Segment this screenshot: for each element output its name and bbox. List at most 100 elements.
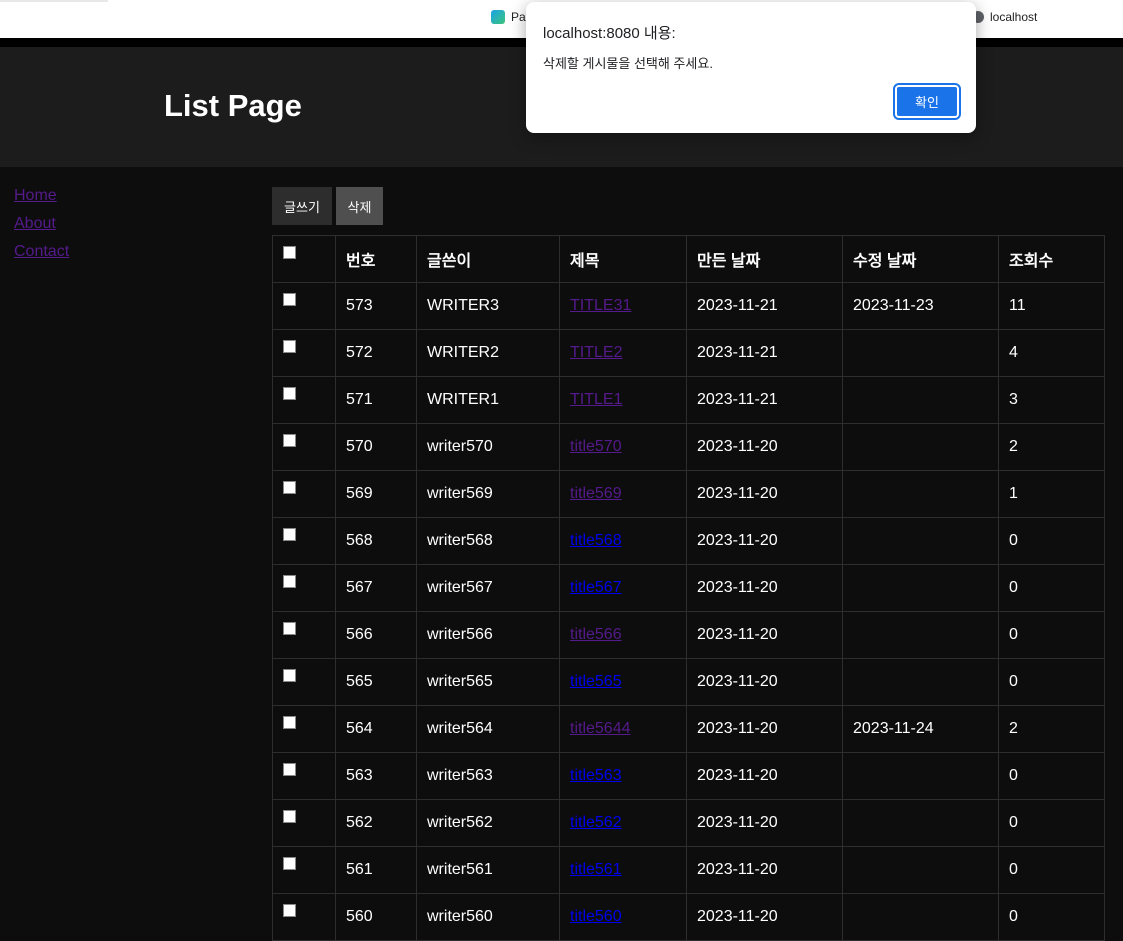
- row-checkbox[interactable]: [283, 387, 296, 400]
- cell-writer: writer562: [416, 799, 560, 847]
- row-checkbox[interactable]: [283, 622, 296, 635]
- sidebar-link-about[interactable]: About: [14, 210, 214, 238]
- row-checkbox[interactable]: [283, 575, 296, 588]
- cell-views: 0: [998, 611, 1105, 659]
- title-link[interactable]: title5644: [570, 720, 631, 737]
- table-row: 573 WRITER3 TITLE31 2023-11-21 2023-11-23 11: [272, 282, 1105, 330]
- title-link[interactable]: title569: [570, 485, 622, 502]
- cell-writer: WRITER1: [416, 376, 560, 424]
- sidebar-nav: Home About Contact: [14, 182, 214, 266]
- cell-no: 561: [335, 846, 417, 894]
- table-row: 563 writer563 title563 2023-11-20 0: [272, 752, 1105, 800]
- cell-created: 2023-11-20: [686, 564, 843, 612]
- cell-views: 4: [998, 329, 1105, 377]
- cell-no: 562: [335, 799, 417, 847]
- row-checkbox-cell: [272, 752, 336, 800]
- title-link[interactable]: title563: [570, 767, 622, 784]
- title-link[interactable]: title560: [570, 908, 622, 925]
- row-checkbox[interactable]: [283, 763, 296, 776]
- row-checkbox[interactable]: [283, 857, 296, 870]
- select-all-checkbox[interactable]: [283, 246, 296, 259]
- cell-updated: [842, 517, 999, 565]
- cell-views: 2: [998, 423, 1105, 471]
- cell-views: 0: [998, 658, 1105, 706]
- column-header-updated: 수정 날짜: [842, 235, 999, 283]
- bookmark-item-pa[interactable]: Pa: [491, 10, 526, 24]
- title-link[interactable]: title566: [570, 626, 622, 643]
- cell-writer: writer566: [416, 611, 560, 659]
- cell-writer: writer561: [416, 846, 560, 894]
- cell-title: title560: [559, 893, 687, 941]
- cell-updated: [842, 376, 999, 424]
- title-link[interactable]: TITLE31: [570, 297, 631, 314]
- cell-title: title566: [559, 611, 687, 659]
- row-checkbox[interactable]: [283, 716, 296, 729]
- row-checkbox[interactable]: [283, 434, 296, 447]
- cell-updated: [842, 658, 999, 706]
- delete-button[interactable]: 삭제: [336, 187, 383, 225]
- row-checkbox[interactable]: [283, 481, 296, 494]
- row-checkbox[interactable]: [283, 669, 296, 682]
- cell-title: title569: [559, 470, 687, 518]
- sidebar-link-contact[interactable]: Contact: [14, 238, 214, 266]
- row-checkbox[interactable]: [283, 904, 296, 917]
- title-link[interactable]: title568: [570, 532, 622, 549]
- column-header-no: 번호: [335, 235, 417, 283]
- table-row: 572 WRITER2 TITLE2 2023-11-21 4: [272, 329, 1105, 377]
- cell-no: 560: [335, 893, 417, 941]
- cell-updated: [842, 752, 999, 800]
- sidebar-link-home[interactable]: Home: [14, 182, 214, 210]
- title-link[interactable]: TITLE2: [570, 344, 622, 361]
- title-link[interactable]: title565: [570, 673, 622, 690]
- column-header-created: 만든 날짜: [686, 235, 843, 283]
- table-body: 573 WRITER3 TITLE31 2023-11-21 2023-11-23 11 5…: [272, 282, 1105, 941]
- cell-updated: [842, 423, 999, 471]
- cell-updated: 2023-11-24: [842, 705, 999, 753]
- table-row: 571 WRITER1 TITLE1 2023-11-21 3: [272, 376, 1105, 424]
- cell-views: 0: [998, 893, 1105, 941]
- cell-title: TITLE31: [559, 282, 687, 330]
- cell-title: title561: [559, 846, 687, 894]
- cell-created: 2023-11-20: [686, 517, 843, 565]
- row-checkbox-cell: [272, 423, 336, 471]
- write-button[interactable]: 글쓰기: [272, 187, 332, 225]
- row-checkbox[interactable]: [283, 528, 296, 541]
- title-link[interactable]: title561: [570, 861, 622, 878]
- cell-writer: WRITER3: [416, 282, 560, 330]
- column-header-title: 제목: [559, 235, 687, 283]
- cell-title: title565: [559, 658, 687, 706]
- title-link[interactable]: title570: [570, 438, 622, 455]
- cell-no: 566: [335, 611, 417, 659]
- cell-writer: writer569: [416, 470, 560, 518]
- cell-title: title5644: [559, 705, 687, 753]
- cell-created: 2023-11-20: [686, 705, 843, 753]
- bookmark-item-localhost[interactable]: localhost: [972, 10, 1037, 24]
- dialog-ok-button[interactable]: 확인: [893, 83, 961, 120]
- cell-created: 2023-11-20: [686, 470, 843, 518]
- cell-no: 567: [335, 564, 417, 612]
- row-checkbox-cell: [272, 893, 336, 941]
- row-checkbox[interactable]: [283, 810, 296, 823]
- row-checkbox-cell: [272, 517, 336, 565]
- row-checkbox-cell: [272, 705, 336, 753]
- row-checkbox-cell: [272, 658, 336, 706]
- cell-created: 2023-11-21: [686, 329, 843, 377]
- cell-no: 570: [335, 423, 417, 471]
- cell-views: 0: [998, 517, 1105, 565]
- title-link[interactable]: title562: [570, 814, 622, 831]
- cell-created: 2023-11-21: [686, 282, 843, 330]
- dialog-message: 삭제할 게시물을 선택해 주세요.: [543, 56, 713, 71]
- cell-writer: WRITER2: [416, 329, 560, 377]
- row-checkbox-cell: [272, 282, 336, 330]
- cell-writer: writer570: [416, 423, 560, 471]
- cell-no: 565: [335, 658, 417, 706]
- row-checkbox-cell: [272, 564, 336, 612]
- cell-title: title567: [559, 564, 687, 612]
- table-row: 569 writer569 title569 2023-11-20 1: [272, 470, 1105, 518]
- app-icon: [491, 10, 505, 24]
- row-checkbox[interactable]: [283, 293, 296, 306]
- title-link[interactable]: title567: [570, 579, 622, 596]
- row-checkbox[interactable]: [283, 340, 296, 353]
- title-link[interactable]: TITLE1: [570, 391, 622, 408]
- cell-updated: [842, 611, 999, 659]
